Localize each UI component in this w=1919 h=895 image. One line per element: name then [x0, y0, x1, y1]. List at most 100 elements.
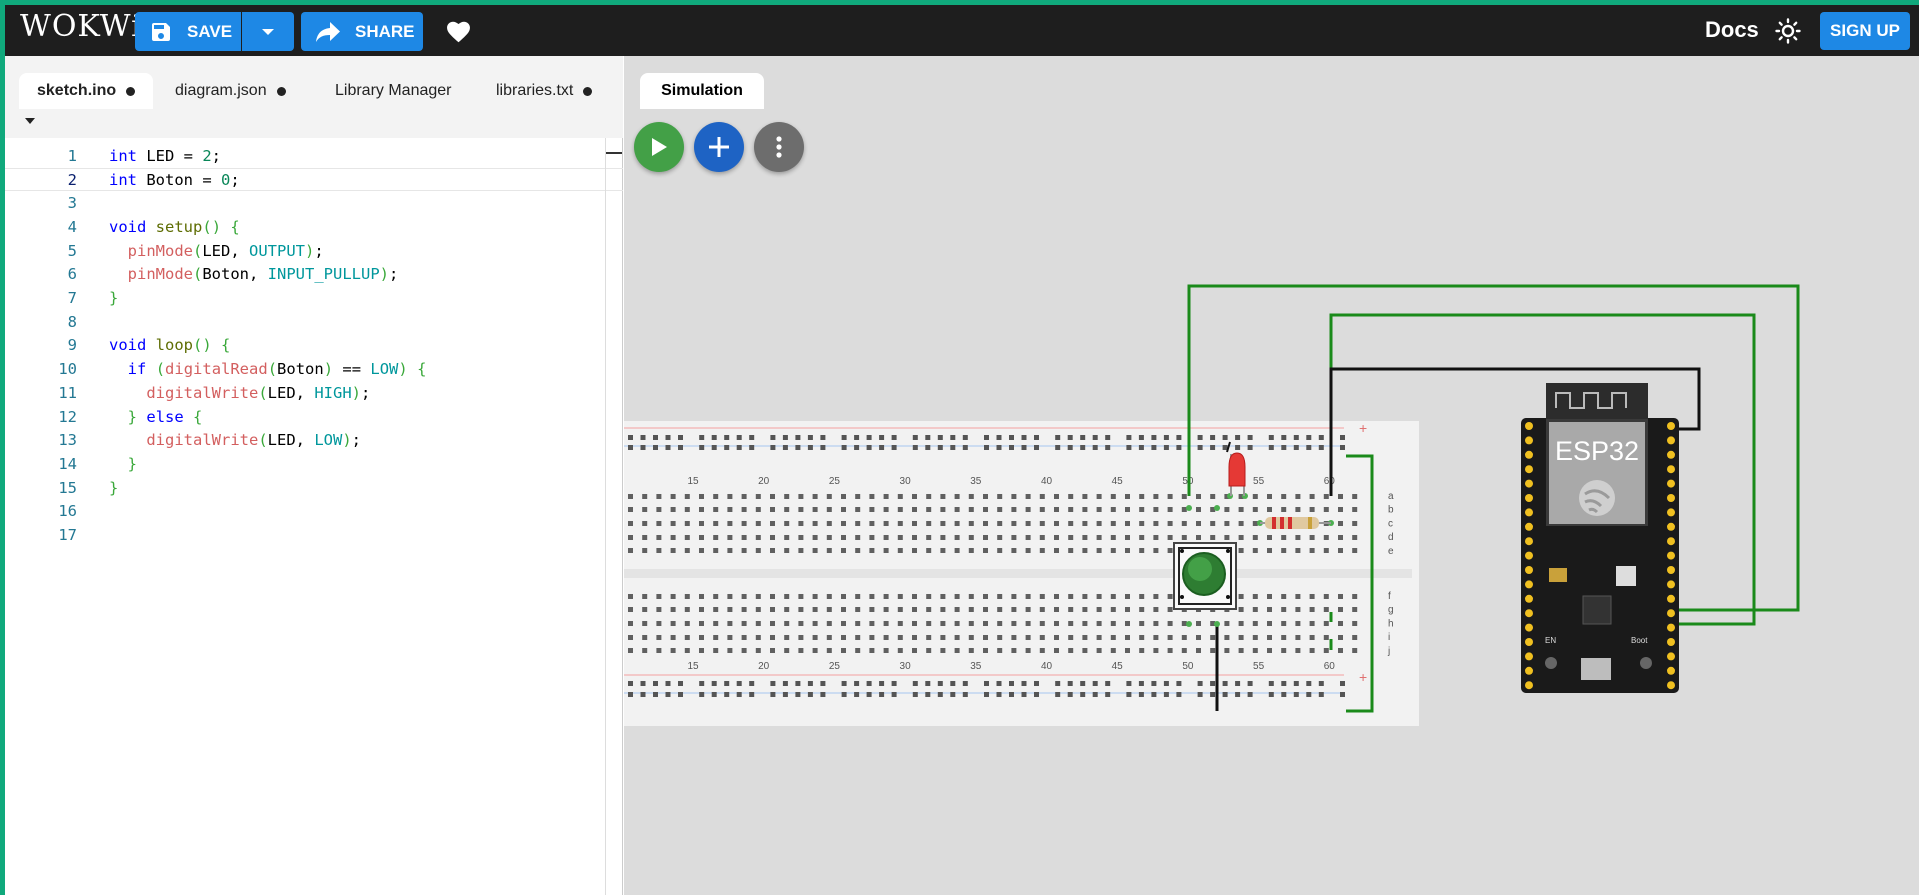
breadboard-hole: [1025, 507, 1031, 512]
rail-hole: [1163, 435, 1169, 440]
code-line[interactable]: 12 } else {: [5, 405, 623, 429]
code-line[interactable]: 9 void loop() {: [5, 334, 623, 358]
breadboard-hole: [713, 648, 719, 653]
save-options-button[interactable]: [242, 12, 294, 51]
rail-hole: [770, 692, 776, 697]
breadboard-hole: [883, 548, 889, 553]
rail-hole: [749, 692, 755, 697]
wokwi-logo[interactable]: WOKWi: [20, 9, 142, 44]
esp32-pin: [1525, 623, 1533, 632]
breadboard-hole: [1068, 635, 1074, 640]
breadboard-hole: [1139, 635, 1145, 640]
breadboard-hole: [1025, 548, 1031, 553]
save-button[interactable]: SAVE: [135, 12, 241, 51]
code-line[interactable]: 11 digitalWrite(LED, HIGH);: [5, 381, 623, 405]
start-simulation-button[interactable]: [634, 122, 684, 172]
breadboard-hole: [1068, 621, 1074, 626]
breadboard-hole: [1323, 607, 1329, 612]
breadboard-hole: [699, 607, 704, 612]
esp32-label: ESP32: [1555, 436, 1639, 466]
breadboard-hole: [1153, 621, 1159, 626]
breadboard-hole: [727, 535, 733, 540]
rail-hole: [950, 445, 956, 450]
sun-icon[interactable]: [1775, 18, 1801, 44]
tabs-menu-caret-icon[interactable]: [25, 118, 35, 124]
code-line[interactable]: 5 pinMode(LED, OUTPUT);: [5, 239, 623, 263]
rail-hole: [854, 445, 860, 450]
code-line[interactable]: 8: [5, 310, 623, 334]
breadboard-hole: [1323, 621, 1329, 626]
code-line[interactable]: 14 }: [5, 452, 623, 476]
breadboard-hole: [684, 535, 690, 540]
rail-hole: [1281, 445, 1287, 450]
rail-hole: [1126, 445, 1132, 450]
rail-hole: [1222, 435, 1228, 440]
breadboard-hole: [741, 494, 747, 499]
tab-library-manager[interactable]: Library Manager: [335, 73, 452, 109]
add-part-button[interactable]: [694, 122, 744, 172]
breadboard-hole: [727, 594, 733, 599]
breadboard-hole: [1252, 621, 1258, 626]
breadboard-hole: [869, 521, 875, 526]
code-area[interactable]: 1 int LED = 2; 2 int Boton = 0; 3 4 void setup…: [5, 138, 623, 895]
connection-dot: [1186, 505, 1192, 511]
code-line[interactable]: 2 int Boton = 0;: [5, 167, 623, 192]
breadboard-hole: [1238, 521, 1244, 526]
code-line[interactable]: 3: [5, 191, 623, 215]
code-line[interactable]: 10 if (digitalRead(Boton) == LOW) {: [5, 357, 623, 381]
tab-label: diagram.json: [175, 82, 267, 99]
docs-link[interactable]: Docs: [1705, 17, 1759, 43]
breadboard-hole: [912, 635, 917, 640]
breadboard-hole: [628, 648, 633, 653]
breadboard-hole: [926, 521, 932, 526]
code-line[interactable]: 7}: [5, 286, 623, 310]
share-button[interactable]: SHARE: [301, 12, 423, 51]
code-line[interactable]: 16: [5, 500, 623, 524]
breadboard-hole: [1039, 635, 1045, 640]
rail-hole: [736, 445, 742, 450]
tab-simulation[interactable]: Simulation: [640, 73, 764, 109]
column-label: 30: [900, 476, 912, 487]
breadboard-hole: [1096, 507, 1102, 512]
esp32-pin: [1667, 537, 1675, 546]
breadboard-hole: [699, 535, 704, 540]
tab-libraries-txt[interactable]: libraries.txt: [496, 73, 593, 109]
breadboard-hole: [1082, 548, 1088, 553]
editor-scrollbar[interactable]: [605, 138, 606, 895]
breadboard-hole: [1082, 507, 1088, 512]
code-line[interactable]: 13 digitalWrite(LED, LOW);: [5, 428, 623, 452]
rail-hole: [807, 692, 813, 697]
rail-hole: [1151, 445, 1157, 450]
rail-hole: [749, 445, 755, 450]
heart-icon[interactable]: [445, 19, 472, 43]
breadboard-hole: [755, 507, 761, 512]
tab-diagram-json[interactable]: diagram.json: [175, 73, 286, 109]
line-text: void setup() {: [109, 217, 240, 236]
breadboard-hole: [997, 648, 1003, 653]
breadboard-hole: [656, 621, 662, 626]
code-line[interactable]: 1 int LED = 2;: [5, 144, 623, 168]
sign-up-button[interactable]: SIGN UP: [1820, 12, 1910, 50]
circuit-canvas[interactable]: 1515202025253030353540404545505055556060…: [624, 56, 1919, 895]
code-line[interactable]: 15}: [5, 476, 623, 500]
breadboard-hole: [1295, 548, 1301, 553]
tab-label: libraries.txt: [496, 82, 574, 99]
rail-hole: [1055, 681, 1061, 686]
code-line[interactable]: 4 void setup() {: [5, 215, 623, 239]
tab-sketch-ino[interactable]: sketch.ino: [19, 73, 153, 109]
breadboard-hole: [983, 548, 988, 553]
breadboard-hole: [1252, 548, 1258, 553]
more-options-button[interactable]: [754, 122, 804, 172]
breadboard-hole: [883, 521, 889, 526]
line-text: void loop() {: [109, 336, 231, 355]
breadboard-hole: [826, 521, 832, 526]
column-label: 15: [687, 661, 699, 672]
breadboard-hole: [1309, 607, 1315, 612]
code-line[interactable]: 17: [5, 523, 623, 547]
row-label: g: [1388, 605, 1394, 616]
code-line[interactable]: 6 pinMode(Boton, INPUT_PULLUP);: [5, 263, 623, 287]
breadboard-hole: [727, 507, 733, 512]
breadboard-hole: [883, 648, 889, 653]
breadboard-hole: [628, 535, 633, 540]
line-number: 15: [58, 478, 77, 497]
